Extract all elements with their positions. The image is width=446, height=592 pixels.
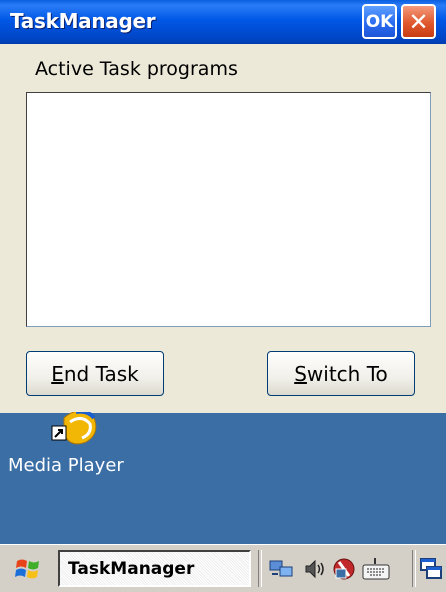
desktop-icon-label: Media Player — [8, 455, 124, 476]
close-icon: ✕ — [408, 7, 429, 36]
tray-separator-2 — [412, 550, 416, 587]
windows-flag-icon — [15, 559, 39, 579]
active-tasks-label: Active Task programs — [35, 58, 238, 80]
active-tasks-list[interactable] — [26, 92, 431, 327]
start-button[interactable] — [14, 555, 42, 583]
desktop-icon[interactable] — [419, 556, 445, 582]
taskbar: TaskManager — [0, 544, 446, 592]
end-task-label: nd Task — [63, 361, 139, 386]
switch-to-label: witch To — [306, 361, 388, 386]
keyboard-icon[interactable] — [361, 556, 390, 582]
title-bar[interactable]: TaskManager OK ✕ — [0, 0, 446, 44]
ok-button[interactable]: OK — [362, 4, 397, 39]
end-task-accel: E — [51, 361, 64, 386]
task-manager-window: TaskManager OK ✕ Active Task programs En… — [0, 0, 446, 413]
volume-icon[interactable] — [302, 556, 328, 582]
media-player-icon — [51, 412, 97, 445]
security-icon[interactable] — [331, 556, 357, 582]
window-title: TaskManager — [10, 9, 156, 33]
desktop-icon-media-player[interactable] — [10, 412, 150, 492]
close-button[interactable]: ✕ — [401, 4, 436, 39]
switch-to-button[interactable]: Switch To — [267, 351, 415, 396]
tray-separator — [258, 550, 262, 587]
network-icon[interactable] — [268, 556, 294, 582]
end-task-button[interactable]: End Task — [26, 351, 164, 396]
taskbar-task-manager-button[interactable]: TaskManager — [58, 550, 251, 587]
switch-to-accel: S — [294, 361, 307, 386]
